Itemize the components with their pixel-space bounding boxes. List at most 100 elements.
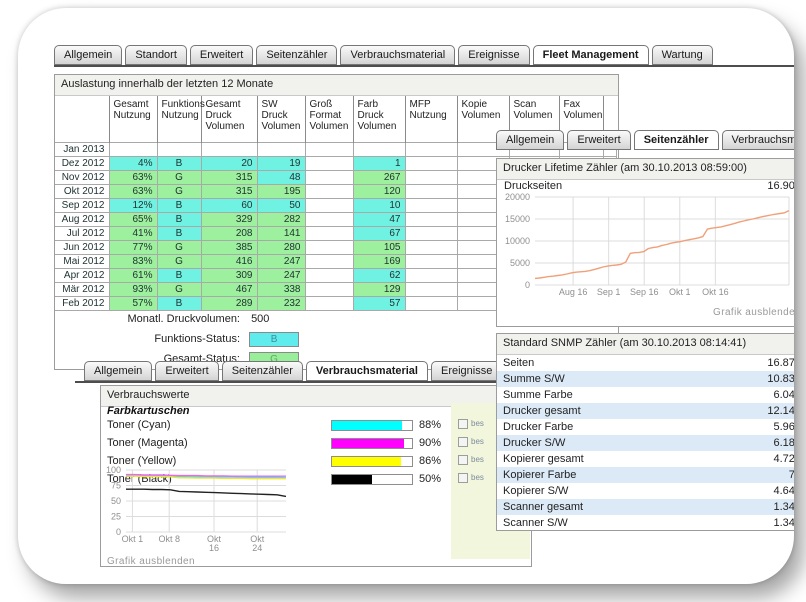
usage-cell: 141 (257, 226, 305, 240)
tab-seitenz-hler[interactable]: Seitenzähler (256, 45, 337, 65)
snmp-counter-panel: Standard SNMP Zähler (am 30.10.2013 08:1… (496, 333, 794, 531)
function-status-label: Funktions-Status: (56, 332, 240, 346)
usage-cell: 12% (109, 198, 157, 212)
toner-level-fill (332, 421, 402, 430)
order-checkbox-label: bes (471, 455, 484, 464)
snmp-row-value: 4.726 (773, 453, 794, 465)
toner-row: Toner (Cyan)88%bes (101, 419, 531, 432)
usage-cell: B (157, 226, 201, 240)
usage-month-cell: Feb 2012 (55, 296, 109, 310)
tab-ereignisse[interactable]: Ereignisse (431, 361, 502, 381)
snmp-row: Scanner S/W1.342 (497, 515, 794, 531)
usage-cell: 1 (353, 156, 405, 170)
color-cartridges-heading: Farbkartuschen (107, 405, 190, 417)
tab-verbrauchsmaterial[interactable]: Verbrauchsmaterial (340, 45, 455, 65)
usage-cell: 57% (109, 296, 157, 310)
consumables-tabbar: AllgemeinErweitertSeitenzählerVerbrauchs… (75, 361, 536, 383)
usage-cell: 329 (201, 212, 257, 226)
order-checkbox-label: bes (471, 419, 484, 428)
usage-cell: B (157, 296, 201, 310)
snmp-row-label: Scanner gesamt (503, 501, 583, 513)
usage-cell: 280 (257, 240, 305, 254)
usage-cell: 208 (201, 226, 257, 240)
usage-cell: G (157, 240, 201, 254)
hide-chart-link-consumables[interactable]: Grafik ausblenden (107, 556, 195, 567)
usage-cell: 338 (257, 282, 305, 296)
svg-text:Okt 16: Okt 16 (702, 287, 729, 297)
usage-col-header (55, 96, 109, 142)
order-checkbox-label: bes (471, 437, 484, 446)
usage-cell (257, 142, 305, 156)
svg-text:16: 16 (209, 543, 219, 553)
order-checkbox-row: bes (458, 473, 484, 483)
tab-standort[interactable]: Standort (125, 45, 187, 65)
usage-cell: G (157, 282, 201, 296)
usage-cell: 169 (353, 254, 405, 268)
usage-col-header: Groß Format Volumen (305, 96, 353, 142)
usage-cell (305, 240, 353, 254)
hide-chart-link-lifetime[interactable]: Grafik ausblenden (713, 307, 794, 318)
toner-level-fill (332, 457, 401, 466)
usage-cell (305, 212, 353, 226)
order-checkbox[interactable] (458, 437, 468, 447)
snmp-row-label: Drucker S/W (503, 437, 565, 449)
snmp-row: Summe S/W10.832 (497, 371, 794, 387)
tab-ereignisse[interactable]: Ereignisse (458, 45, 529, 65)
usage-panel-title: Auslastung innerhalb der letzten 12 Mona… (55, 75, 618, 96)
usage-cell: 77% (109, 240, 157, 254)
snmp-row: Drucker gesamt12.149 (497, 403, 794, 419)
snmp-row-value: 10.832 (767, 373, 794, 385)
usage-col-header: Farb Druck Volumen (353, 96, 405, 142)
order-checkbox[interactable] (458, 419, 468, 429)
usage-col-header: Gesamt Nutzung (109, 96, 157, 142)
tab-erweitert[interactable]: Erweitert (190, 45, 253, 65)
main-tabbar: AllgemeinStandortErweitertSeitenzählerVe… (54, 45, 794, 67)
tab-erweitert[interactable]: Erweitert (155, 361, 218, 381)
order-checkbox[interactable] (458, 473, 468, 483)
tab-wartung[interactable]: Wartung (652, 45, 713, 65)
usage-cell (405, 156, 457, 170)
svg-text:75: 75 (111, 481, 121, 491)
printed-pages-value: 16.908 (767, 180, 794, 192)
usage-cell: 63% (109, 170, 157, 184)
snmp-row-label: Seiten (503, 357, 534, 369)
tab-fleet-management[interactable]: Fleet Management (533, 45, 649, 65)
tab-allgemein[interactable]: Allgemein (496, 130, 564, 150)
usage-col-header: SW Druck Volumen (257, 96, 305, 142)
usage-cell: 289 (201, 296, 257, 310)
usage-cell: 20 (201, 156, 257, 170)
tab-seitenz-hler[interactable]: Seitenzähler (634, 130, 719, 150)
snmp-row-value: 78 (789, 469, 794, 481)
snmp-row-label: Kopierer Farbe (503, 469, 576, 481)
order-checkbox[interactable] (458, 455, 468, 465)
snmp-row: Summe Farbe6.043 (497, 387, 794, 403)
snmp-row-label: Scanner S/W (503, 517, 568, 529)
desktop-background: AllgemeinStandortErweitertSeitenzählerVe… (0, 0, 806, 602)
usage-col-header: Gesamt Druck Volumen (201, 96, 257, 142)
usage-cell: 385 (201, 240, 257, 254)
svg-text:0: 0 (525, 280, 530, 290)
usage-cell (201, 142, 257, 156)
usage-cell (305, 226, 353, 240)
tab-verbrauchsmaterial[interactable]: Verbrauchsmaterial (722, 130, 794, 150)
tab-seitenz-hler[interactable]: Seitenzähler (222, 361, 303, 381)
toner-percent: 86% (419, 455, 441, 467)
usage-cell (305, 282, 353, 296)
tab-allgemein[interactable]: Allgemein (84, 361, 152, 381)
toner-level-bar (331, 420, 413, 431)
order-checkbox-row: bes (458, 437, 484, 447)
usage-cell: B (157, 268, 201, 282)
snmp-row-value: 16.875 (767, 357, 794, 369)
snmp-row: Kopierer S/W4.648 (497, 483, 794, 499)
usage-month-cell: Mär 2012 (55, 282, 109, 296)
svg-text:Okt 1: Okt 1 (669, 287, 691, 297)
snmp-row: Scanner gesamt1.342 (497, 499, 794, 515)
usage-month-cell: Jul 2012 (55, 226, 109, 240)
usage-cell (305, 184, 353, 198)
tab-allgemein[interactable]: Allgemein (54, 45, 122, 65)
usage-cell (353, 142, 405, 156)
usage-cell (405, 212, 457, 226)
tab-erweitert[interactable]: Erweitert (567, 130, 630, 150)
tab-verbrauchsmaterial[interactable]: Verbrauchsmaterial (306, 361, 428, 381)
svg-text:Sep 16: Sep 16 (630, 287, 659, 297)
